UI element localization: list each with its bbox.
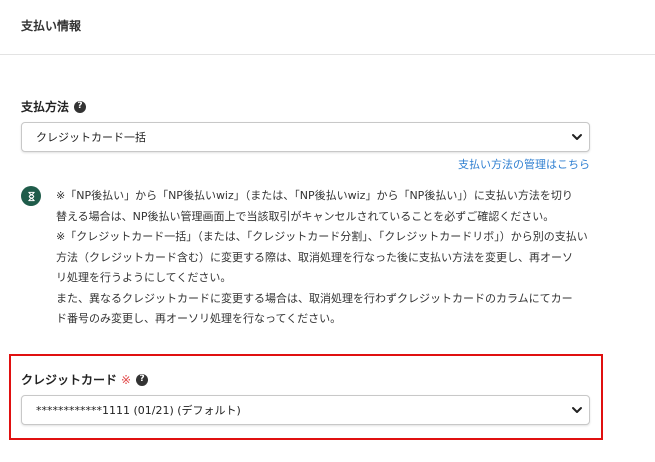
chevron-down-icon [572, 134, 582, 140]
manage-payment-methods-link[interactable]: 支払い方法の管理はこちら [458, 156, 590, 172]
payment-method-label-row: 支払方法 ? [21, 98, 87, 115]
hourglass-icon [21, 186, 41, 206]
credit-card-label-row: クレジットカード ※ ? [21, 371, 149, 388]
notice-line: ※「NP後払い」から「NP後払いwiz」（または、「NP後払いwiz」から「NP… [56, 189, 573, 202]
section-header: 支払い情報 [0, 0, 655, 55]
notice-text: ※「NP後払い」から「NP後払いwiz」（または、「NP後払いwiz」から「NP… [56, 186, 596, 330]
notice-line: ※「クレジットカード一括」（または、「クレジットカード分割」、「クレジットカード… [56, 230, 588, 243]
notice-line: 替える場合は、NP後払い管理画面上で当該取引がキャンセルされていることを必ずご確… [56, 209, 555, 223]
credit-card-select[interactable]: ************1111 (01/21) (デフォルト) [21, 395, 590, 425]
payment-method-label: 支払方法 [21, 100, 70, 114]
payment-method-selected-value: クレジットカード一括 [36, 131, 146, 144]
notice-line: ド番号のみ変更し、再オーソリ処理を行なってください。 [56, 312, 342, 325]
credit-card-label: クレジットカード [21, 373, 118, 387]
question-icon[interactable]: ? [74, 100, 87, 113]
required-mark: ※ [121, 372, 132, 387]
notice-line: 方法（クレジットカード含む）に変更する際は、取消処理を行なった後に支払い方法を変… [56, 250, 573, 264]
question-icon[interactable]: ? [136, 373, 149, 386]
page-title: 支払い情報 [21, 19, 82, 33]
notice-line: リ処理を行うようにしてください。 [56, 271, 232, 284]
chevron-down-icon [572, 407, 582, 413]
payment-method-select[interactable]: クレジットカード一括 [21, 122, 590, 152]
notice-line: また、異なるクレジットカードに変更する場合は、取消処理を行わずクレジットカードの… [56, 291, 573, 305]
credit-card-selected-value: ************1111 (01/21) (デフォルト) [36, 404, 241, 417]
